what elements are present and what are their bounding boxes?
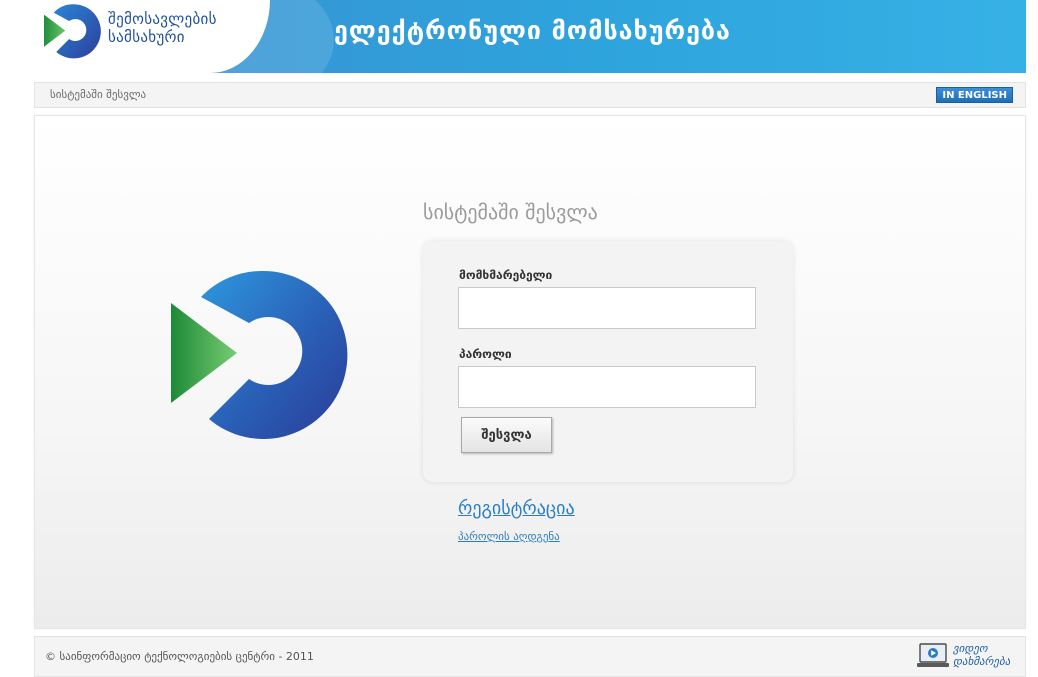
main-panel: სისტემაში შესვლა მომხმარებელი პაროლი შეს… [34,115,1026,629]
breadcrumb-bar: სისტემაში შესვლა IN ENGLISH [34,82,1026,108]
header-banner: შემოსავლების სამსახური ელექტრონული მომსა… [34,0,1026,73]
password-recovery-link[interactable]: პაროლის აღდგენა [458,530,560,543]
logo-text-line2: სამსახური [108,28,185,46]
username-label: მომხმარებელი [459,268,553,282]
logo-text: შემოსავლების სამსახური [108,10,217,46]
footer: © საინფორმაციო ტექნოლოგიების ცენტრი - 20… [34,636,1026,677]
password-label: პაროლი [459,347,512,361]
login-title: სისტემაში შესვლა [423,200,598,224]
video-help-icon [917,643,949,667]
english-language-button[interactable]: IN ENGLISH [936,87,1013,103]
video-help-line2: დახმარება [953,655,1011,668]
revenue-service-logo-icon [44,4,101,59]
password-input[interactable] [458,366,756,408]
login-button[interactable]: შესვლა [461,417,552,453]
breadcrumb: სისტემაში შესვლა [50,88,147,101]
video-help-text: ვიდეო დახმარება [953,642,1010,668]
logo-area[interactable]: შემოსავლების სამსახური [34,0,270,73]
copyright-text: © საინფორმაციო ტექნოლოგიების ცენტრი - 20… [45,650,314,663]
banner-title: ელექტრონული მომსახურება [334,16,731,45]
register-link[interactable]: რეგისტრაცია [458,498,575,519]
username-input[interactable] [458,287,756,329]
logo-text-line1: შემოსავლების [108,10,217,28]
video-help-line1: ვიდეო [953,642,988,655]
login-form: მომხმარებელი პაროლი შესვლა [423,241,793,482]
revenue-service-logo-large-icon [171,270,348,439]
video-help-link[interactable]: ვიდეო დახმარება [917,640,1015,672]
